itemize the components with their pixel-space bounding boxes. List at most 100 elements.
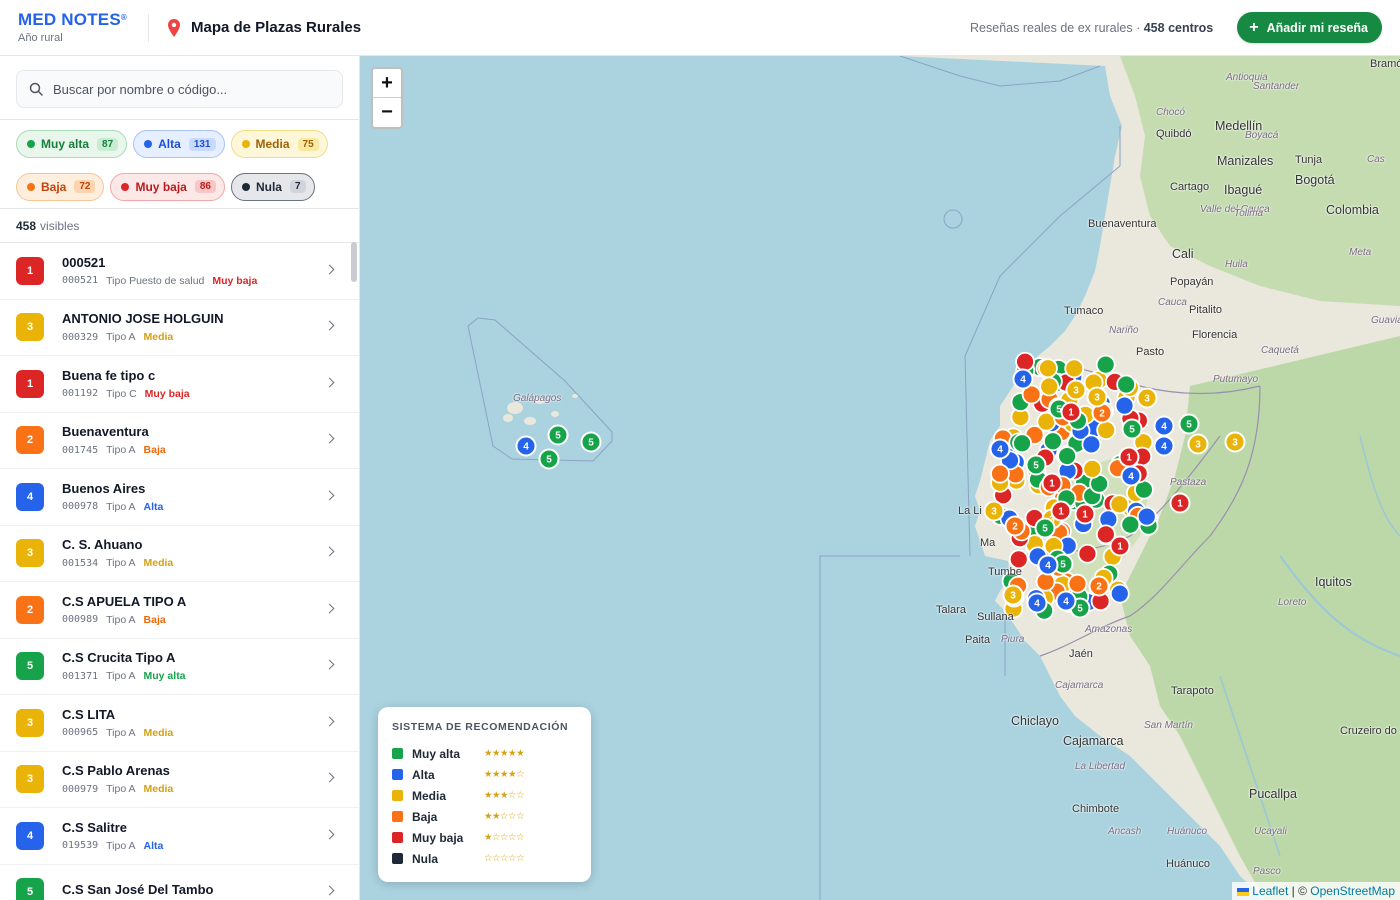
list-scrollbar[interactable] [351, 242, 357, 282]
center-list-item[interactable]: 5 C.S Crucita Tipo A 001371 Tipo A Muy alta [0, 639, 359, 695]
map-marker[interactable] [1120, 514, 1141, 535]
map-marker[interactable] [1042, 431, 1063, 452]
map-marker[interactable]: 3 [1136, 387, 1158, 409]
score-badge: 4 [16, 482, 44, 511]
map-marker[interactable]: 4 [1153, 435, 1175, 457]
filter-chip-alta[interactable]: Alta 131 [133, 130, 225, 158]
map-marker[interactable] [1057, 446, 1078, 466]
marker-score: 4 [1034, 599, 1040, 610]
map-marker[interactable]: 2 [1004, 515, 1026, 537]
plus-icon: + [1249, 18, 1259, 36]
map-marker[interactable] [1039, 376, 1060, 397]
map-marker[interactable]: 4 [1055, 590, 1077, 612]
map-marker[interactable] [1015, 351, 1035, 372]
map-marker[interactable]: 5 [538, 448, 560, 470]
map-marker[interactable]: 1 [1109, 535, 1131, 557]
map-marker[interactable] [1096, 420, 1117, 440]
map-marker[interactable]: 1 [1050, 500, 1072, 522]
map-marker[interactable]: 3 [1002, 584, 1024, 606]
search-box[interactable] [16, 70, 343, 108]
map-marker[interactable]: 5 [1034, 517, 1056, 539]
map-marker[interactable]: 4 [1012, 368, 1034, 390]
center-code: 000965 [62, 727, 99, 739]
map-marker[interactable]: 5 [1121, 418, 1143, 440]
score-badge: 1 [16, 256, 44, 285]
score-badge: 3 [16, 539, 44, 568]
map-marker[interactable] [1109, 583, 1130, 604]
map-marker[interactable] [1109, 494, 1130, 515]
center-type: Tipo C [106, 387, 137, 400]
filter-chip-muy-baja[interactable]: Muy baja 86 [110, 172, 225, 201]
center-list-item[interactable]: 4 Buenos Aires 000978 Tipo A Alta [0, 469, 359, 526]
map-marker[interactable]: 4 [515, 435, 537, 457]
map-marker[interactable] [1077, 543, 1098, 564]
center-list-item[interactable]: 2 C.S APUELA TIPO A 000989 Tipo A Baja [0, 582, 359, 639]
center-type: Tipo A [106, 500, 136, 513]
center-list-item[interactable]: 2 Buenaventura 001745 Tipo A Baja [0, 413, 359, 469]
map-marker[interactable] [1038, 358, 1058, 379]
legend-stars: ★☆☆☆☆ [484, 832, 525, 843]
ukraine-flag-icon [1237, 887, 1250, 896]
map-marker[interactable]: 1 [1169, 492, 1191, 514]
map-marker[interactable] [1136, 506, 1157, 527]
map-marker[interactable] [1035, 571, 1056, 592]
status-dot-icon [27, 182, 35, 191]
zoom-out-button[interactable]: − [373, 98, 401, 127]
map-marker[interactable]: 4 [1153, 415, 1175, 437]
center-level: Media [143, 557, 174, 570]
map-marker[interactable]: 1 [1041, 472, 1063, 494]
map-marker[interactable]: 3 [1086, 386, 1108, 408]
map-label: Paita [965, 634, 991, 646]
center-list-item[interactable]: 1 Buena fe tipo c 001192 Tipo C Muy baja [0, 356, 359, 413]
map-marker[interactable] [1116, 374, 1137, 395]
filter-chip-muy-alta[interactable]: Muy alta 87 [16, 130, 128, 158]
marker-score: 5 [546, 455, 552, 466]
center-list-item[interactable]: 1 000521 000521 Tipo Puesto de salud Muy baj… [0, 243, 359, 300]
map-marker[interactable]: 4 [1037, 554, 1059, 576]
map-marker[interactable]: 4 [1026, 592, 1048, 614]
map[interactable]: 45553354141332342535141154354153145243 B… [360, 56, 1400, 900]
zoom-in-button[interactable]: + [373, 69, 401, 98]
center-list-item[interactable]: 3 C.S Pablo Arenas 000979 Tipo A Media [0, 752, 359, 808]
map-marker[interactable]: 4 [1120, 465, 1142, 487]
map-marker[interactable]: 1 [1074, 503, 1096, 525]
map-marker[interactable]: 2 [1088, 575, 1110, 597]
center-list-item[interactable]: 3 C.S LITA 000965 Tipo A Media [0, 695, 359, 752]
leaflet-link[interactable]: Leaflet [1252, 884, 1288, 898]
map-marker[interactable] [1064, 358, 1085, 379]
map-marker[interactable] [1081, 434, 1102, 455]
filter-chip-nula[interactable]: Nula 7 [230, 172, 315, 201]
marker-score: 3 [1073, 386, 1079, 397]
map-marker[interactable]: 1 [1118, 446, 1140, 468]
map-marker[interactable] [1114, 395, 1135, 416]
map-marker[interactable]: 3 [983, 500, 1005, 522]
map-marker[interactable] [1082, 458, 1103, 479]
map-marker[interactable]: 5 [547, 424, 569, 446]
map-marker[interactable]: 5 [1025, 454, 1047, 476]
map-label: Pastaza [1170, 477, 1207, 488]
map-marker[interactable]: 1 [1060, 401, 1082, 423]
map-marker[interactable]: 5 [1178, 413, 1200, 435]
marker-score: 4 [523, 442, 529, 453]
filter-chip-media[interactable]: Media 75 [230, 130, 328, 158]
sidebar: Muy alta87Alta131Media75 Baja72Muy baja86… [0, 56, 360, 900]
map-marker[interactable] [1095, 354, 1116, 375]
osm-link[interactable]: OpenStreetMap [1310, 884, 1395, 898]
map-marker[interactable] [990, 463, 1010, 484]
map-marker[interactable]: 4 [989, 438, 1011, 460]
center-list-item[interactable]: 4 C.S Salitre 019539 Tipo A Alta [0, 808, 359, 865]
center-list-item[interactable]: 5 C.S San José Del Tambo [0, 865, 359, 900]
map-marker[interactable] [1012, 433, 1032, 454]
center-list-item[interactable]: 3 ANTONIO JOSE HOLGUIN 000329 Tipo A Media [0, 300, 359, 356]
map-marker[interactable]: 3 [1224, 431, 1246, 453]
map-label: Florencia [1192, 329, 1238, 341]
add-review-button[interactable]: + Añadir mi reseña [1237, 12, 1382, 43]
map-marker[interactable]: 5 [580, 431, 602, 453]
map-marker[interactable]: 3 [1187, 433, 1209, 455]
map-marker[interactable] [1067, 573, 1088, 594]
brand[interactable]: MED NOTES® Año rural [0, 11, 148, 45]
center-list-item[interactable]: 3 C. S. Ahuano 001534 Tipo A Media [0, 526, 359, 582]
search-input[interactable] [53, 81, 323, 97]
filter-chip-baja[interactable]: Baja 72 [16, 172, 105, 201]
map-marker[interactable]: 3 [1065, 379, 1087, 401]
